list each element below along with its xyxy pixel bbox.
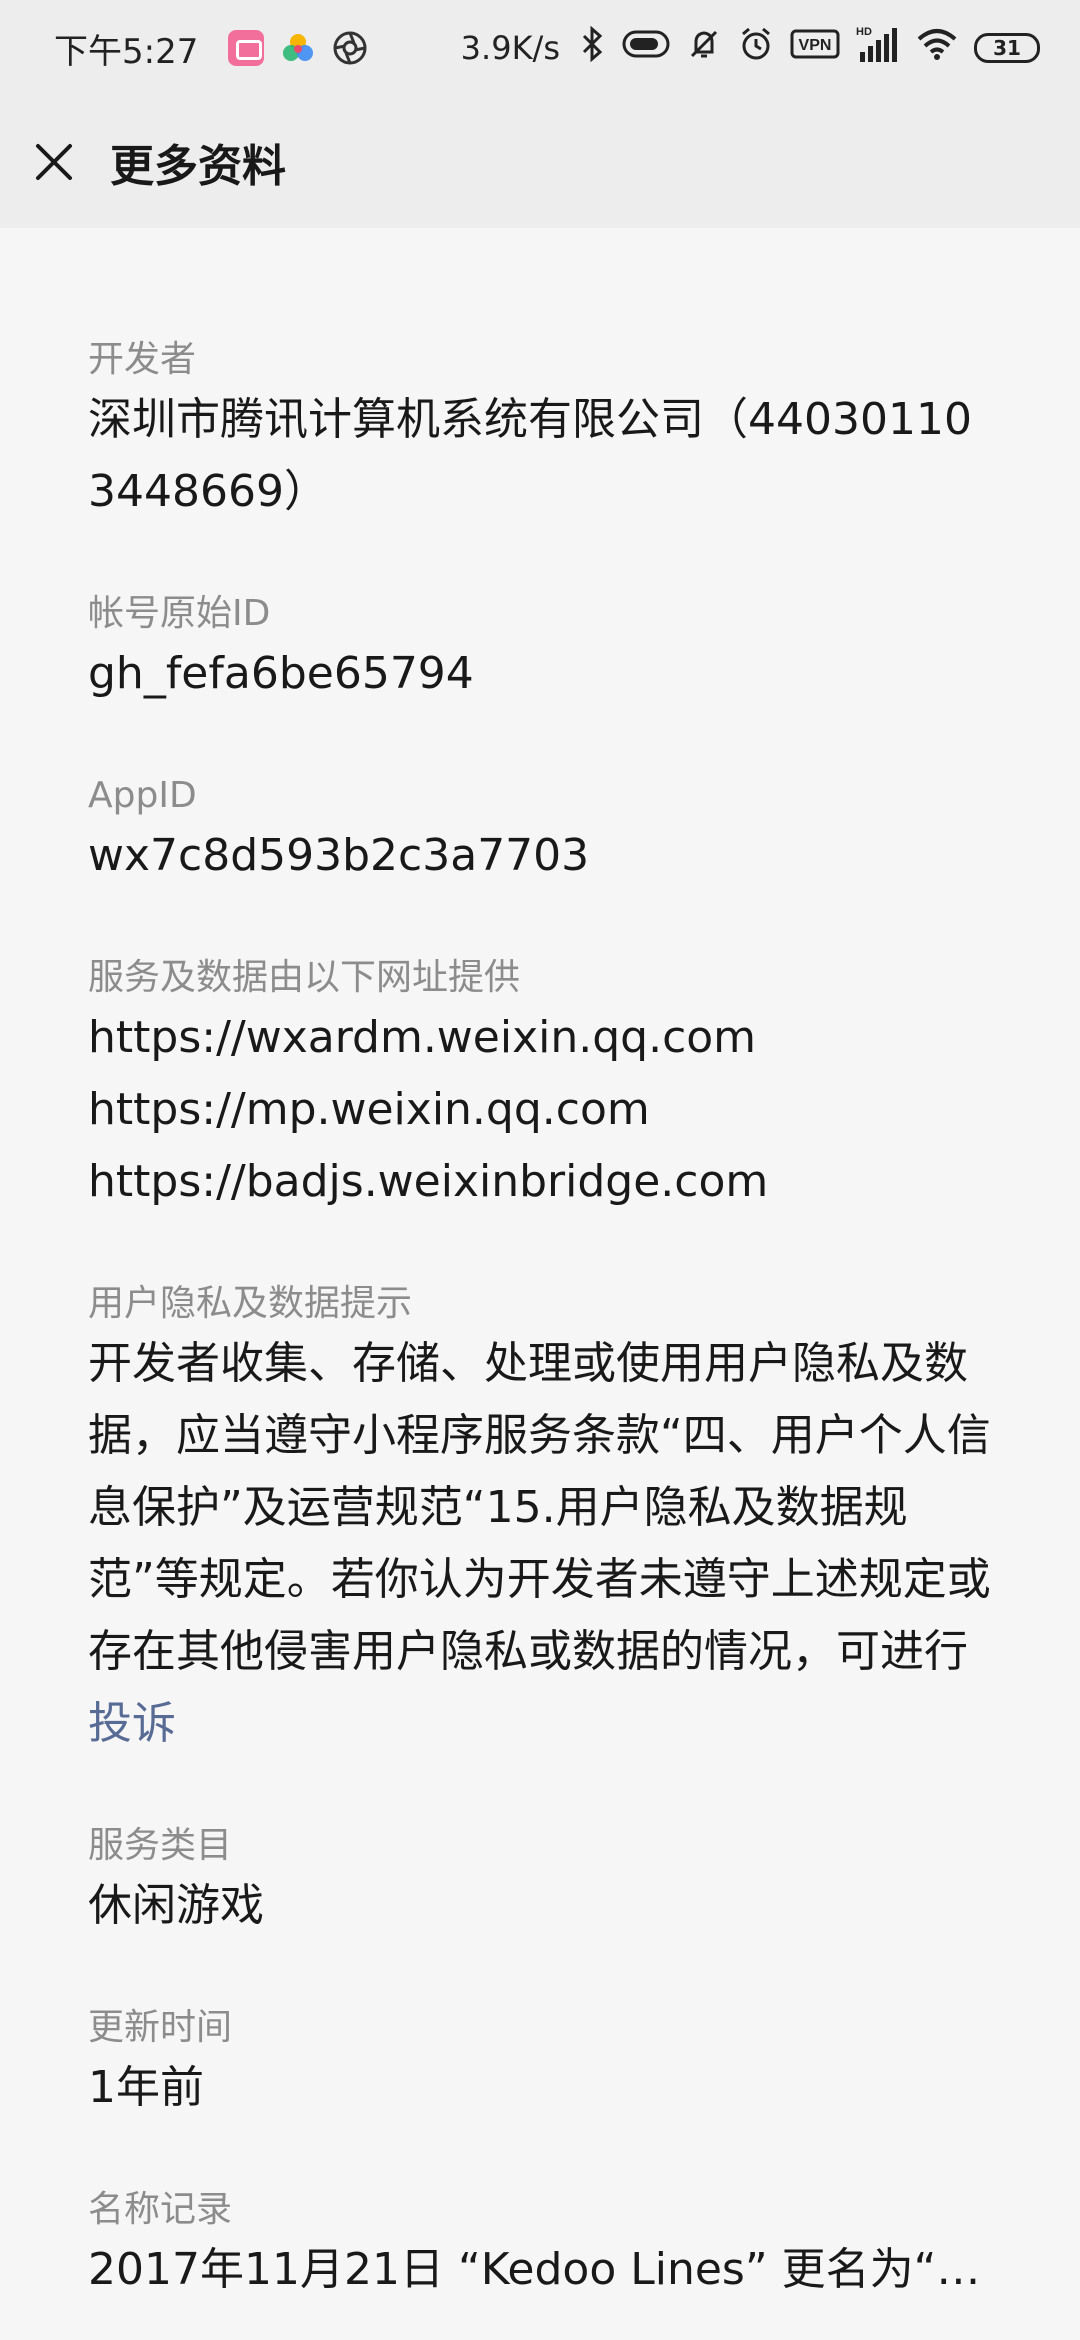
privacy-notice: 开发者收集、存储、处理或使用用户隐私及数据，应当遵守小程序服务条款“四、用户个人… — [88, 1328, 992, 1760]
privacy-label: 用户隐私及数据提示 — [88, 1283, 413, 1324]
bluetooth-icon — [580, 25, 606, 71]
close-icon — [36, 144, 72, 180]
update-time-label: 更新时间 — [88, 2007, 233, 2048]
status-right: 3.9K/s VPN HD 31 — [461, 24, 1040, 73]
name-history-section: 名称记录 2017年11月21日 “Kedoo Lines” 更名为“… — [88, 2186, 992, 2306]
service-url: https://badjs.weixinbridge.com — [88, 1156, 769, 1207]
battery-indicator: 31 — [974, 33, 1040, 63]
page-title: 更多资料 — [110, 141, 286, 192]
alarm-icon — [738, 26, 774, 71]
appid-section: AppID wx7c8d593b2c3a7703 — [88, 772, 992, 892]
appid-label: AppID — [88, 775, 197, 816]
vpn-icon: VPN — [790, 28, 840, 68]
category-value: 休闲游戏 — [88, 1880, 264, 1931]
name-history-label: 名称记录 — [88, 2189, 233, 2230]
wifi-icon — [916, 27, 958, 70]
service-url: https://wxardm.weixin.qq.com — [88, 1012, 757, 1063]
network-speed: 3.9K/s — [460, 29, 560, 67]
privacy-text: 开发者收集、存储、处理或使用用户隐私及数据，应当遵守小程序服务条款“四、用户个人… — [88, 1338, 991, 1677]
developer-value: 深圳市腾讯计算机系统有限公司（440301103448669） — [88, 394, 972, 517]
complaint-link[interactable]: 投诉 — [88, 1698, 176, 1749]
account-id-value: gh_fefa6be65794 — [88, 648, 474, 699]
signal-icon: HD — [856, 24, 900, 73]
status-bar: 下午5:27 3.9K/s VPN HD 31 — [0, 0, 1080, 96]
navigation-bar: 更多资料 — [0, 96, 1080, 228]
aperture-app-icon — [332, 30, 368, 66]
account-id-section: 帐号原始ID gh_fefa6be65794 — [88, 590, 992, 710]
bilibili-app-icon — [228, 30, 265, 66]
toggle-icon — [622, 28, 670, 68]
category-section: 服务类目 休闲游戏 — [88, 1822, 992, 1942]
vpn-label: VPN — [799, 37, 832, 54]
privacy-section: 用户隐私及数据提示 开发者收集、存储、处理或使用用户隐私及数据，应当遵守小程序服… — [88, 1280, 992, 1760]
mute-icon — [686, 26, 722, 71]
name-history-value: 2017年11月21日 “Kedoo Lines” 更名为“… — [88, 2244, 981, 2295]
close-button[interactable] — [0, 96, 108, 228]
developer-section: 开发者 深圳市腾讯计算机系统有限公司（440301103448669） — [88, 336, 992, 528]
hd-label: HD — [856, 26, 872, 38]
pinwheel-app-icon — [280, 30, 316, 66]
service-urls-label: 服务及数据由以下网址提供 — [88, 957, 521, 998]
service-urls-section: 服务及数据由以下网址提供 https://wxardm.weixin.qq.co… — [88, 954, 992, 1218]
info-list: 开发者 深圳市腾讯计算机系统有限公司（440301103448669） 帐号原始… — [0, 228, 1080, 2340]
developer-label: 开发者 — [88, 339, 197, 380]
update-time-value: 1年前 — [88, 2062, 204, 2113]
appid-value: wx7c8d593b2c3a7703 — [88, 830, 590, 881]
account-id-label: 帐号原始ID — [88, 593, 271, 634]
category-label: 服务类目 — [88, 1825, 233, 1866]
update-time-section: 更新时间 1年前 — [88, 2004, 992, 2124]
status-left: 下午5:27 — [54, 24, 368, 73]
service-url: https://mp.weixin.qq.com — [88, 1084, 650, 1135]
status-time: 下午5:27 — [54, 31, 199, 72]
